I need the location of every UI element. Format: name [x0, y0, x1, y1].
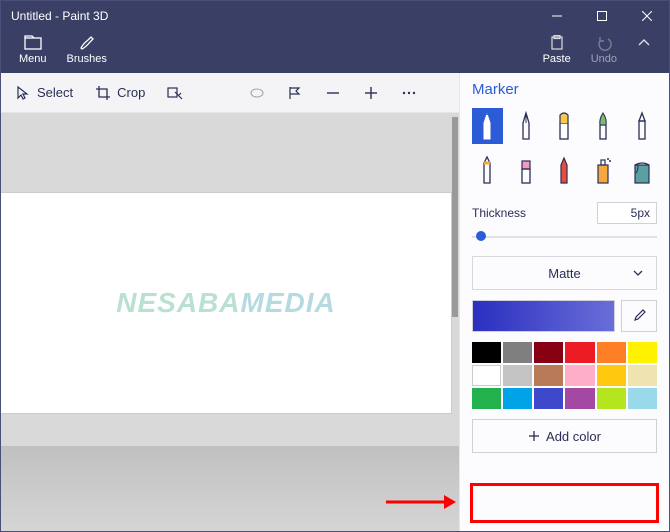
material-label: Matte [548, 266, 581, 281]
eyedropper-icon [631, 308, 647, 324]
crop-label: Crop [117, 85, 145, 100]
brush-watercolor[interactable] [588, 108, 619, 144]
thickness-input[interactable] [597, 202, 657, 224]
minus-icon [325, 85, 341, 101]
zoom-out[interactable] [321, 81, 345, 105]
brush-marker[interactable] [472, 108, 503, 144]
canvas-viewport[interactable]: NESABAMEDIA [1, 113, 459, 531]
eyedropper-button[interactable] [621, 300, 657, 332]
window-title: Untitled - Paint 3D [1, 9, 534, 23]
vertical-scrollbar[interactable] [452, 117, 458, 317]
current-color-swatch[interactable] [472, 300, 615, 332]
content-area: Select Crop [1, 73, 669, 531]
color-swatch[interactable] [597, 365, 626, 386]
flag-tool[interactable] [283, 81, 307, 105]
close-button[interactable] [624, 1, 669, 31]
brush-pixel-pen[interactable] [626, 108, 657, 144]
color-swatch[interactable] [565, 365, 594, 386]
brush-calligraphy-pen[interactable] [511, 108, 542, 144]
color-swatch[interactable] [628, 388, 657, 409]
rotate-icon [249, 85, 265, 101]
brush-eraser[interactable] [511, 152, 542, 188]
collapse-chevron[interactable] [627, 33, 661, 65]
tool-bar: Select Crop [1, 73, 459, 113]
undo-button[interactable]: Undo [581, 33, 627, 65]
color-swatch[interactable] [503, 342, 532, 363]
color-swatch[interactable] [534, 388, 563, 409]
crop-tool[interactable]: Crop [91, 81, 149, 105]
magic-select-icon [167, 85, 183, 101]
brush-panel: Marker Thickness Matte [459, 73, 669, 531]
brush-spray-can[interactable] [588, 152, 619, 188]
color-swatch[interactable] [503, 365, 532, 386]
crop-icon [95, 85, 111, 101]
dots-icon [401, 85, 417, 101]
canvas-column: Select Crop [1, 73, 459, 531]
undo-icon [596, 33, 612, 53]
canvas[interactable]: NESABAMEDIA [1, 193, 451, 413]
slider-thumb[interactable] [476, 231, 486, 241]
color-swatch[interactable] [565, 388, 594, 409]
rotate-tool[interactable] [245, 81, 269, 105]
color-swatch[interactable] [503, 388, 532, 409]
color-palette [472, 342, 657, 409]
brush-grid [472, 108, 657, 188]
menu-label: Menu [19, 53, 47, 65]
color-swatch[interactable] [628, 342, 657, 363]
color-swatch[interactable] [534, 342, 563, 363]
panel-heading: Marker [472, 81, 657, 98]
menu-button[interactable]: Menu [9, 33, 57, 65]
plus-icon [363, 85, 379, 101]
thickness-row: Thickness [472, 202, 657, 224]
thickness-slider[interactable] [472, 230, 657, 244]
brush-icon [78, 33, 96, 53]
paste-button[interactable]: Paste [533, 33, 581, 65]
watermark: NESABAMEDIA [116, 287, 335, 319]
current-color-row [472, 300, 657, 332]
brushes-tab[interactable]: Brushes [57, 33, 117, 65]
zoom-in[interactable] [359, 81, 383, 105]
magic-select-tool[interactable] [163, 81, 187, 105]
flag-icon [287, 85, 303, 101]
clipboard-icon [549, 33, 565, 53]
add-color-label: Add color [546, 429, 601, 444]
brush-oil-brush[interactable] [549, 108, 580, 144]
color-swatch[interactable] [534, 365, 563, 386]
annotation-highlight [470, 483, 659, 523]
title-bar: Untitled - Paint 3D [1, 1, 669, 31]
brush-fill[interactable] [626, 152, 657, 188]
color-swatch[interactable] [597, 342, 626, 363]
undo-label: Undo [591, 53, 617, 65]
select-label: Select [37, 85, 73, 100]
color-swatch[interactable] [472, 365, 501, 386]
color-swatch[interactable] [597, 388, 626, 409]
select-tool[interactable]: Select [11, 81, 77, 105]
minimize-button[interactable] [534, 1, 579, 31]
folder-icon [24, 33, 42, 53]
paste-label: Paste [543, 53, 571, 65]
add-color-button[interactable]: Add color [472, 419, 657, 453]
paint3d-window: Untitled - Paint 3D Menu Brushes [0, 0, 670, 532]
material-select[interactable]: Matte [472, 256, 657, 290]
brush-crayon[interactable] [549, 152, 580, 188]
color-swatch[interactable] [628, 365, 657, 386]
menu-bar: Menu Brushes Paste Undo [1, 31, 669, 73]
cursor-icon [15, 85, 31, 101]
plus-icon [528, 430, 540, 442]
chevron-up-icon [637, 33, 651, 53]
chevron-down-icon [632, 267, 644, 279]
brushes-label: Brushes [67, 53, 107, 65]
brush-pencil[interactable] [472, 152, 503, 188]
floor-shadow [1, 446, 459, 531]
color-swatch[interactable] [472, 342, 501, 363]
more-button[interactable] [397, 81, 421, 105]
color-swatch[interactable] [565, 342, 594, 363]
color-swatch[interactable] [472, 388, 501, 409]
thickness-label: Thickness [472, 206, 526, 220]
maximize-button[interactable] [579, 1, 624, 31]
